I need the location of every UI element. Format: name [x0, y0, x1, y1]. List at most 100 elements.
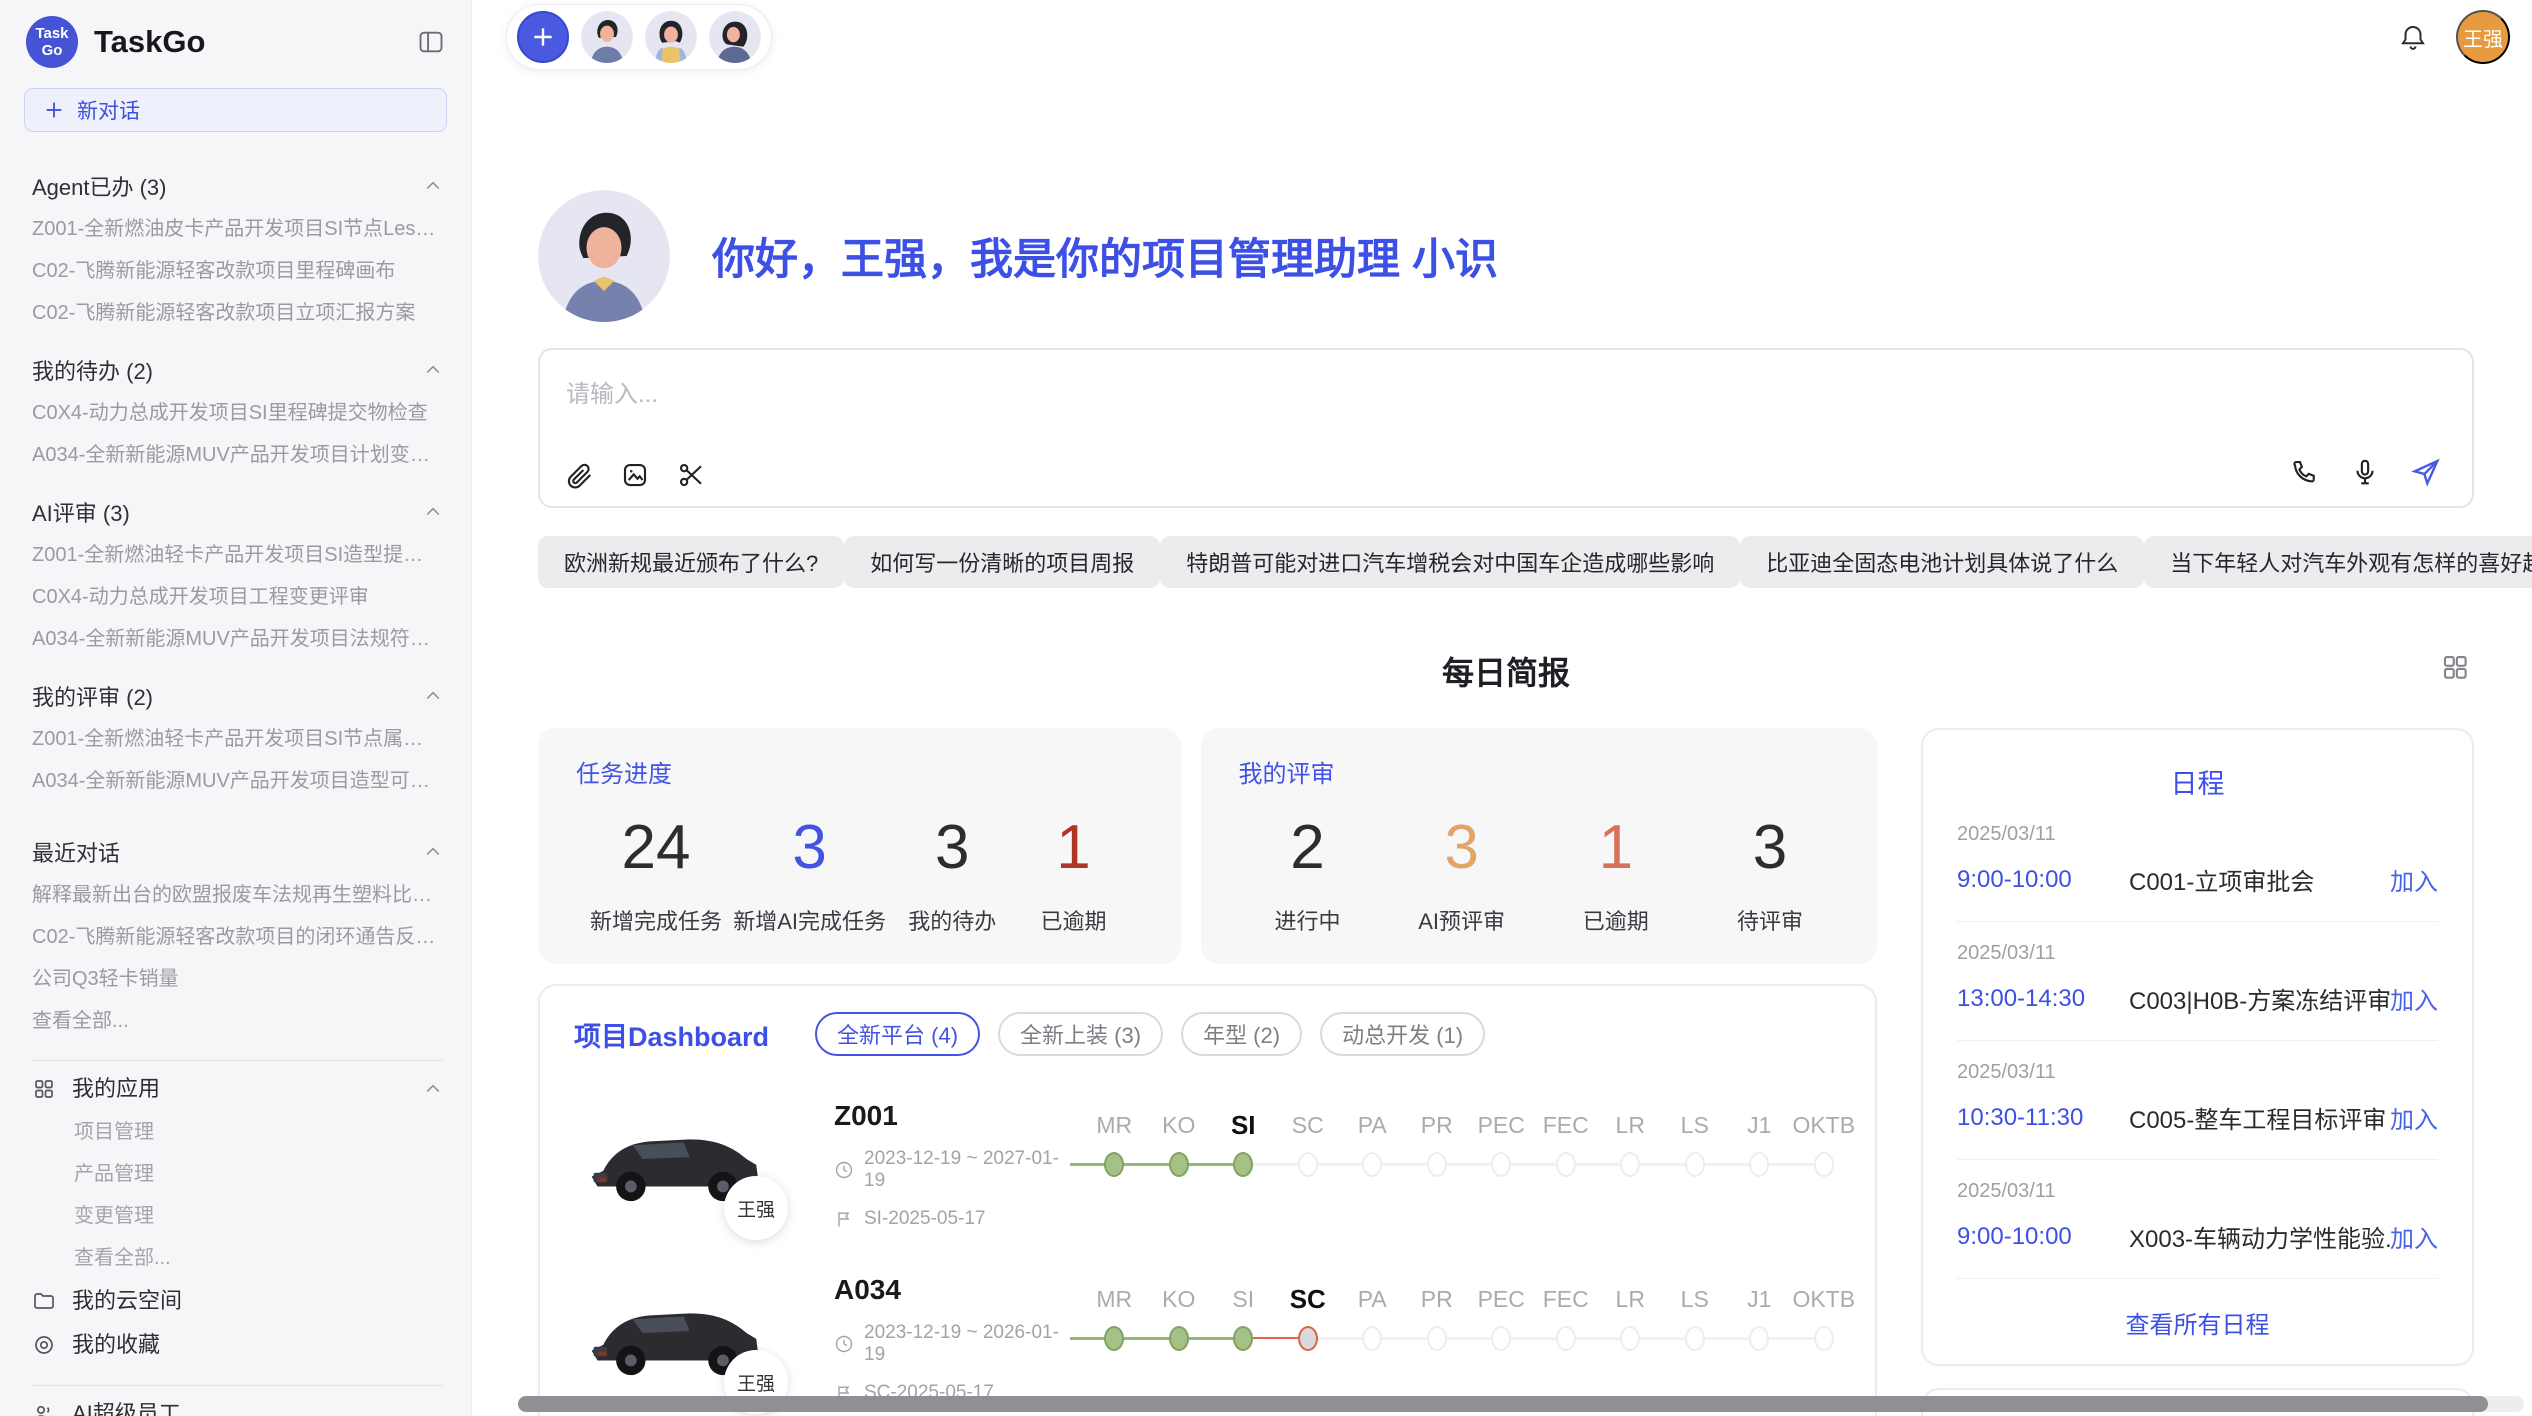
app-item-product-mgmt[interactable]: 产品管理 [32, 1153, 443, 1195]
microphone-icon[interactable] [2350, 457, 2380, 487]
list-item[interactable]: C02-飞腾新能源轻客改款项目的闭环通告反馈情况 [32, 916, 443, 958]
app-item-change-mgmt[interactable]: 变更管理 [32, 1195, 443, 1237]
add-member-button[interactable] [517, 11, 569, 63]
suggestion-chip[interactable]: 如何写一份清晰的项目周报 [844, 536, 1160, 588]
image-upload-icon[interactable] [620, 460, 650, 490]
list-item[interactable]: C02-飞腾新能源轻客改款项目里程碑画布 [32, 250, 443, 292]
briefing-title: 每日简报 [1442, 655, 1570, 691]
schedule-item: 2025/03/11 9:00-10:00 C001-立项审批会 加入 [1957, 803, 2438, 922]
member-avatar[interactable] [581, 11, 633, 63]
main-content: 你好，王强，我是你的项目管理助理 小识 请输入... [472, 74, 2532, 1416]
suggestion-chip[interactable]: 当下年轻人对汽车外观有怎样的喜好趋势 [2144, 536, 2532, 588]
suggestion-chip[interactable]: 比亚迪全固态电池计划具体说了什么 [1740, 536, 2144, 588]
sidebar: Task Go TaskGo 新对话 Agent已 [0, 0, 472, 1416]
task-progress-stats: 24 新增完成任务 3 新增AI完成任务 3 我的待办 [576, 815, 1143, 936]
list-item[interactable]: Z001-全新燃油皮卡产品开发项目SI节点Lesson Learn报告 [32, 208, 443, 250]
schedule-date: 2025/03/11 [1957, 823, 2438, 846]
chat-input-card[interactable]: 请输入... [538, 348, 2474, 508]
list-item[interactable]: C0X4-动力总成开发项目SI里程碑提交物检查 [32, 392, 443, 434]
sidebar-item-cloud-space[interactable]: 我的云空间 [32, 1279, 443, 1323]
view-all-apps[interactable]: 查看全部... [32, 1237, 443, 1279]
schedule-time: 9:00-10:00 [1957, 1223, 2129, 1251]
list-item[interactable]: 解释最新出台的欧盟报废车法规再生塑料比例被调至15%... [32, 874, 443, 916]
project-info: A034 2023-12-19 ~ 2026-01-19 [834, 1274, 1066, 1404]
phone-icon[interactable] [2290, 457, 2320, 487]
scissors-icon[interactable] [676, 460, 706, 490]
list-item[interactable]: Z001-全新燃油轻卡产品开发项目SI节点属性5D文件评审 [32, 718, 443, 760]
schedule-date: 2025/03/11 [1957, 1180, 2438, 1203]
section-my-review[interactable]: 我的评审 (2) [32, 680, 443, 712]
app-item-project-mgmt[interactable]: 项目管理 [32, 1111, 443, 1153]
list-item[interactable]: A034-全新新能源MUV产品开发项目造型可行性评审 [32, 760, 443, 802]
divider [32, 1060, 443, 1061]
join-link[interactable]: 加入 [2390, 862, 2438, 897]
chevron-up-icon [423, 502, 443, 522]
chevron-up-icon [423, 1079, 443, 1099]
sidebar-item-ai-employee[interactable]: AI超级员工 [32, 1392, 443, 1416]
list-item[interactable]: Z001-全新燃油轻卡产品开发项目SI造型提交物评审 [32, 534, 443, 576]
tab-new-platform[interactable]: 全新平台 (4) [815, 1012, 980, 1056]
join-link[interactable]: 加入 [2390, 981, 2438, 1016]
tab-powertrain[interactable]: 动总开发 (1) [1320, 1012, 1485, 1056]
attachment-icon[interactable] [564, 460, 594, 490]
badge-icon [32, 1333, 56, 1357]
favorites-label: 我的收藏 [72, 1323, 160, 1367]
list-item[interactable]: A034-全新新能源MUV产品开发项目法规符合性评审 [32, 618, 443, 660]
schedule-event: C005-整车工程目标评审 [2129, 1100, 2390, 1135]
section-ai-review[interactable]: AI评审 (3) [32, 496, 443, 528]
project-dates-text: 2023-12-19 ~ 2027-01-19 [864, 1148, 1066, 1192]
panel-collapse-icon [417, 28, 445, 56]
join-link[interactable]: 加入 [2390, 1100, 2438, 1135]
stat-value: 1 [1018, 815, 1128, 880]
stat-review-overdue: 1 已逾期 [1561, 815, 1671, 936]
member-avatar[interactable] [645, 11, 697, 63]
collapse-sidebar-button[interactable] [417, 28, 445, 56]
section-my-todo[interactable]: 我的待办 (2) [32, 354, 443, 386]
sidebar-item-my-apps[interactable]: 我的应用 [32, 1067, 443, 1111]
view-all-schedule-link[interactable]: 查看所有日程 [1957, 1279, 2438, 1350]
suggestion-chip[interactable]: 特朗普可能对进口汽车增税会对中国车企造成哪些影响 [1160, 536, 1740, 588]
sidebar-item-favorites[interactable]: 我的收藏 [32, 1323, 443, 1367]
user-avatar[interactable]: 王强 [2456, 10, 2510, 64]
schedule-time: 9:00-10:00 [1957, 866, 2129, 894]
dashboard-header: 项目Dashboard 全新平台 (4) 全新上装 (3) 年型 (2) 动总开… [574, 1012, 1841, 1056]
scrollbar-thumb[interactable] [518, 1396, 2488, 1412]
section-header-label: AI评审 (3) [32, 496, 130, 528]
project-row[interactable]: 王强 A034 2023-12-19 ~ 2026-01-19 [574, 1274, 1841, 1404]
schedule-row: 9:00-10:00 C001-立项审批会 加入 [1957, 862, 2438, 897]
project-name: Z001 [834, 1100, 1066, 1132]
new-chat-button[interactable]: 新对话 [24, 88, 447, 132]
view-all-chats[interactable]: 查看全部... [32, 1000, 443, 1042]
schedule-item: 2025/03/11 10:30-11:30 C005-整车工程目标评审 加入 [1957, 1041, 2438, 1160]
list-item[interactable]: C02-飞腾新能源轻客改款项目立项汇报方案 [32, 292, 443, 334]
schedule-time: 13:00-14:30 [1957, 985, 2129, 1013]
task-progress-title: 任务进度 [576, 754, 1143, 789]
layout-grid-icon[interactable] [2440, 652, 2470, 682]
project-row[interactable]: 王强 Z001 2023-12-19 ~ 2027-01-19 [574, 1100, 1841, 1230]
my-review-title: 我的评审 [1239, 754, 1840, 789]
suggestion-chip[interactable]: 欧洲新规最近颁布了什么? [538, 536, 844, 588]
milestone-track: MRKOSISCPAPRPECFECLRLSJ1OKTB [1066, 1104, 1856, 1188]
clock-icon [834, 1334, 854, 1354]
member-avatar[interactable] [709, 11, 761, 63]
horizontal-scrollbar[interactable] [518, 1396, 2524, 1412]
right-column: 日程 2025/03/11 9:00-10:00 C001-立项审批会 加入 2… [1921, 728, 2474, 1416]
list-item[interactable]: C0X4-动力总成开发项目工程变更评审 [32, 576, 443, 618]
tab-new-body[interactable]: 全新上装 (3) [998, 1012, 1163, 1056]
list-item[interactable]: 公司Q3轻卡销量 [32, 958, 443, 1000]
schedule-title: 日程 [1957, 762, 2438, 801]
greeting-text: 你好，王强，我是你的项目管理助理 小识 [712, 225, 1498, 287]
list-item[interactable]: A034-全新新能源MUV产品开发项目计划变更表编写 [32, 434, 443, 476]
stat-label: 新增完成任务 [590, 904, 722, 936]
send-icon[interactable] [2410, 456, 2442, 488]
section-agent-done[interactable]: Agent已办 (3) [32, 170, 443, 202]
notifications-button[interactable] [2398, 22, 2428, 52]
app-title: TaskGo [94, 24, 417, 60]
tab-model-year[interactable]: 年型 (2) [1181, 1012, 1302, 1056]
join-link[interactable]: 加入 [2390, 1219, 2438, 1254]
section-recent-chats[interactable]: 最近对话 [32, 836, 443, 868]
stat-value: 2 [1253, 815, 1363, 880]
chevron-up-icon [423, 176, 443, 196]
stat-value: 24 [590, 815, 722, 880]
briefing-columns: 任务进度 24 新增完成任务 3 新增AI完成任务 [538, 728, 2474, 1416]
